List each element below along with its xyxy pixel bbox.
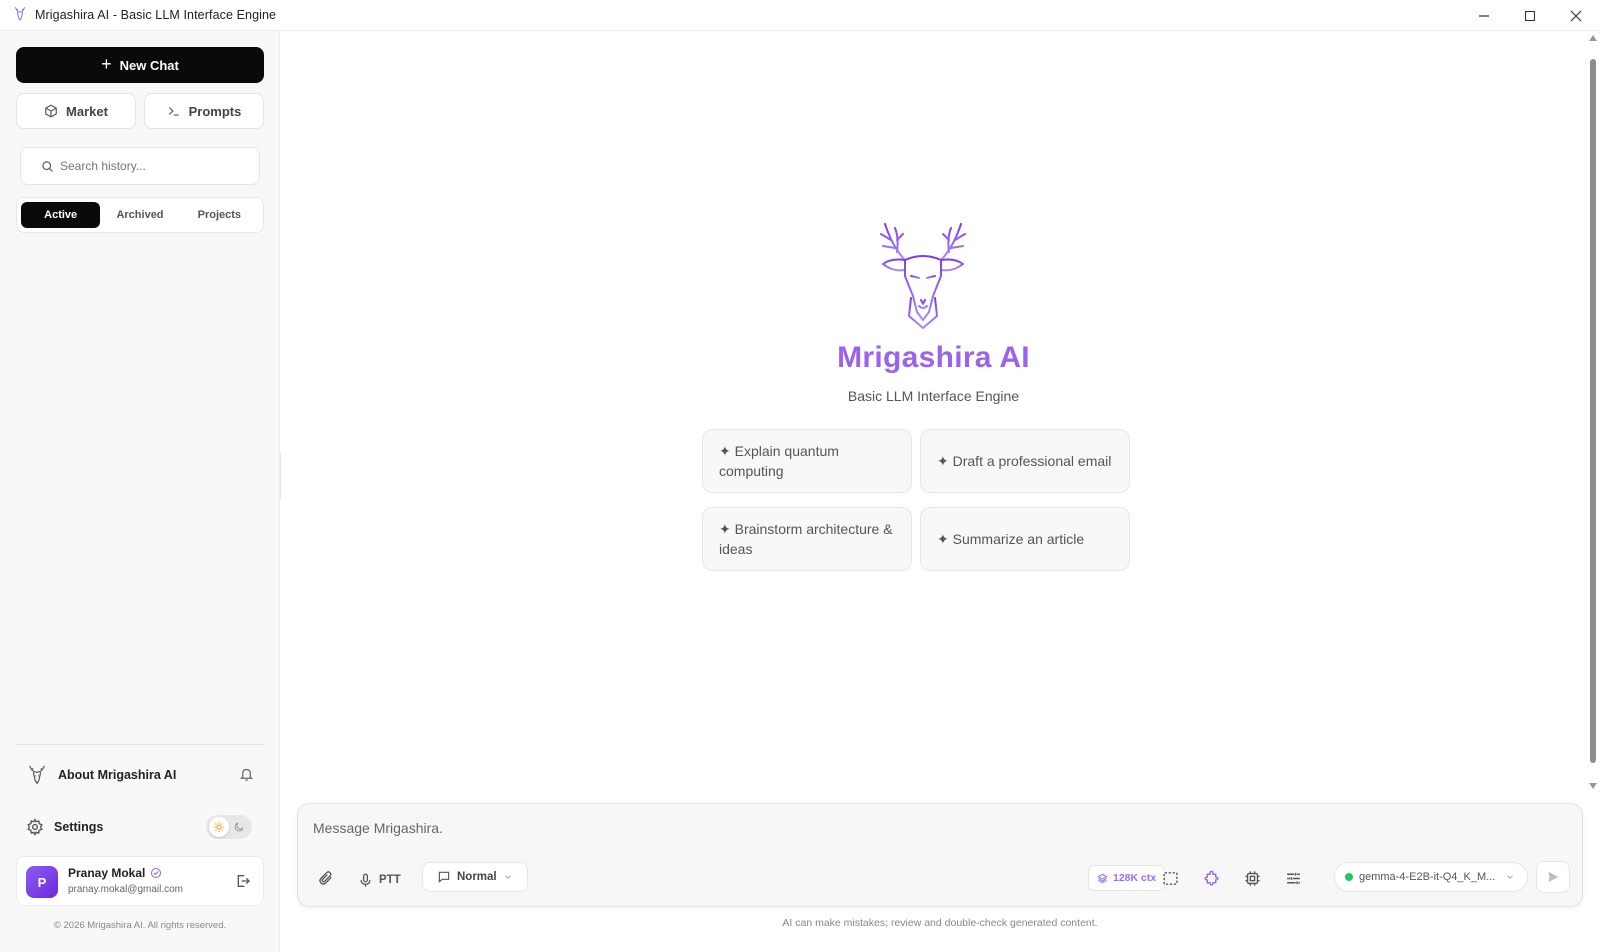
about-label: About Mrigashira AI [58, 768, 177, 782]
deer-logo-icon [29, 765, 45, 785]
chat-mode-select[interactable]: Normal [422, 862, 528, 892]
message-input[interactable] [313, 820, 1213, 844]
chevron-down-icon [1507, 875, 1513, 879]
suggestion-card[interactable]: ✦ Explain quantum computing [702, 429, 912, 493]
tab-archived[interactable]: Archived [100, 202, 179, 228]
about-button[interactable]: About Mrigashira AI [26, 761, 256, 789]
chat-mode-label: Normal [457, 871, 497, 883]
tune-button[interactable] [1283, 868, 1303, 888]
scroll-thumb[interactable] [1590, 59, 1596, 763]
copyright-text: © 2026 Mrigashira AI. All rights reserve… [53, 920, 227, 931]
minimize-icon [1479, 14, 1489, 17]
model-select[interactable]: gemma-4-E2B-it-Q4_K_M... [1334, 862, 1528, 892]
close-button[interactable] [1553, 0, 1599, 31]
sun-icon [214, 822, 224, 832]
ptt-label: PTT [379, 874, 401, 886]
minimize-button[interactable] [1461, 0, 1507, 31]
context-size-badge[interactable]: 128K ctx [1088, 865, 1166, 891]
tab-projects[interactable]: Projects [180, 202, 259, 228]
scroll-down-arrow-icon[interactable] [1589, 783, 1597, 789]
cpu-icon [1244, 870, 1260, 886]
new-chat-button[interactable]: + New Chat [16, 47, 264, 83]
brand-title: Mrigashira AI [837, 341, 1030, 374]
user-card[interactable]: P Pranay Mokal pranay.mokal@gmail.com [16, 856, 264, 906]
prompts-button[interactable]: Prompts [144, 93, 264, 129]
logout-icon[interactable] [235, 873, 251, 889]
new-chat-label: New Chat [119, 57, 179, 73]
user-email: pranay.mokal@gmail.com [68, 884, 184, 895]
attach-button[interactable] [316, 868, 336, 888]
close-icon [1570, 10, 1582, 21]
context-size-label: 128K ctx [1113, 872, 1157, 884]
verified-badge-icon [151, 868, 162, 878]
sidebar: + New Chat Market Prompts Active Archive… [0, 31, 280, 952]
send-icon [1548, 871, 1559, 883]
sidebar-divider [16, 744, 264, 745]
market-button[interactable]: Market [16, 93, 136, 129]
tab-active[interactable]: Active [21, 202, 101, 228]
moon-icon [234, 822, 244, 832]
title-bar: Mrigashira AI - Basic LLM Interface Engi… [0, 0, 1600, 31]
sliders-icon [1286, 872, 1300, 884]
suggestion-card[interactable]: ✦ Brainstorm architecture & ideas [702, 507, 912, 571]
cube-icon [45, 104, 57, 118]
user-name-row: Pranay Mokal [68, 866, 162, 880]
settings-button[interactable]: Settings [26, 813, 256, 841]
search-box [20, 147, 260, 185]
paperclip-icon [319, 871, 332, 885]
market-label: Market [66, 103, 108, 119]
terminal-icon [168, 107, 179, 116]
search-input[interactable] [60, 159, 250, 173]
brand-subtitle: Basic LLM Interface Engine [847, 388, 1020, 404]
message-square-icon [438, 871, 450, 883]
model-status-dot [1345, 873, 1353, 881]
cpu-button[interactable] [1242, 868, 1262, 888]
settings-label: Settings [54, 820, 104, 834]
send-button[interactable] [1536, 861, 1570, 893]
bell-icon[interactable] [239, 767, 254, 782]
maximize-icon [1524, 10, 1536, 21]
microphone-icon [360, 873, 371, 887]
layers-icon [1097, 873, 1108, 883]
suggestion-card[interactable]: ✦ Draft a professional email [920, 429, 1130, 493]
disclaimer-text: AI can make mistakes; review and double-… [782, 917, 1098, 929]
chevron-down-icon [504, 875, 511, 879]
puzzle-icon [1203, 870, 1219, 886]
model-name: gemma-4-E2B-it-Q4_K_M... [1359, 871, 1496, 883]
screenshot-button[interactable] [1160, 868, 1180, 888]
push-to-talk-button[interactable]: PTT [358, 870, 401, 890]
suggestion-card[interactable]: ✦ Summarize an article [920, 507, 1130, 571]
theme-knob [209, 817, 229, 837]
user-name: Pranay Mokal [68, 866, 146, 880]
deer-logo-icon [14, 7, 26, 21]
search-icon [42, 160, 53, 172]
plugins-button[interactable] [1201, 868, 1221, 888]
main-scrollbar[interactable] [1586, 31, 1600, 791]
dashed-square-icon [1162, 871, 1178, 885]
theme-toggle[interactable] [206, 815, 252, 839]
plus-icon: + [101, 54, 112, 74]
avatar: P [26, 866, 58, 898]
maximize-button[interactable] [1507, 0, 1553, 31]
history-tabs: Active Archived Projects [16, 197, 264, 233]
message-composer: PTT Normal 128K ctx [297, 803, 1583, 907]
scroll-up-arrow-icon[interactable] [1589, 35, 1597, 41]
prompts-label: Prompts [188, 103, 242, 119]
gear-icon [27, 818, 43, 836]
deer-logo-icon [880, 223, 966, 329]
window-title: Mrigashira AI - Basic LLM Interface Engi… [35, 8, 277, 22]
